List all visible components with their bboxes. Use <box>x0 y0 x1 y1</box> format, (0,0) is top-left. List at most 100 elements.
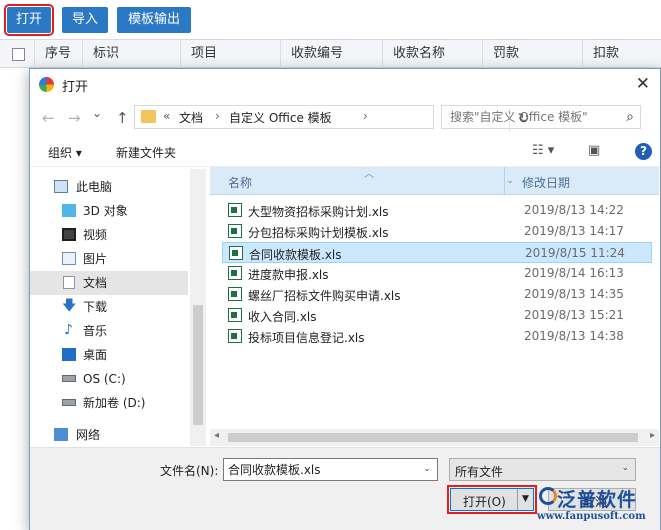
watermark-url: www.fanpusoft.com <box>537 511 646 522</box>
forward-arrow-icon[interactable]: → <box>68 109 81 127</box>
address-bar[interactable]: « 文档 › 自定义 Office 模板 › ↻ <box>134 105 529 132</box>
close-icon[interactable]: ✕ <box>636 74 650 94</box>
column-header[interactable]: 扣款 <box>582 40 661 68</box>
nav-item-network[interactable]: 网络 <box>30 423 188 447</box>
scroll-left-icon[interactable]: ◂ <box>214 430 219 441</box>
nav-item-desktop[interactable]: 桌面 <box>30 343 188 367</box>
search-box[interactable]: ⌕ <box>441 105 641 129</box>
watermark-brand: 泛普软件 <box>557 489 638 511</box>
nav-item-drive-c[interactable]: OS (C:) <box>30 367 188 391</box>
music-icon: ♪ <box>64 322 73 338</box>
file-row[interactable]: 进度款申报.xls 2019/8/14 16:13 <box>222 263 652 284</box>
nav-item-drive-d[interactable]: 新加卷 (D:) <box>30 391 188 415</box>
filename-input[interactable] <box>223 458 438 481</box>
template-export-button[interactable]: 模板输出 <box>117 7 191 33</box>
nav-item-documents[interactable]: 文档 <box>30 271 188 295</box>
breadcrumb-separator[interactable]: › <box>215 109 220 123</box>
breadcrumb-item[interactable]: 自定义 Office 模板 <box>229 109 332 126</box>
nav-item-music[interactable]: ♪ 音乐 <box>30 319 188 343</box>
help-icon[interactable]: ? <box>635 143 652 160</box>
column-header[interactable]: 序号 <box>34 40 84 68</box>
browser-logo-icon <box>39 77 54 92</box>
app-toolbar: 打开 导入 模板输出 <box>0 0 661 40</box>
file-name: 合同收款模板.xls <box>249 248 342 262</box>
nav-item-videos[interactable]: 视频 <box>30 223 188 247</box>
grid-header: 序号 标识 项目 收款编号 收款名称 罚款 扣款 <box>0 40 661 68</box>
nav-item-label: 新加卷 (D:) <box>83 396 146 410</box>
column-header[interactable]: 收款名称 <box>382 40 482 68</box>
nav-item-3d-objects[interactable]: 3D 对象 <box>30 199 188 223</box>
preview-pane-icon[interactable]: ▣ <box>588 143 600 158</box>
dialog-open-button[interactable]: 打开(O) ▼ <box>447 485 537 514</box>
filetype-select[interactable]: 所有文件 ⌄ <box>449 458 636 481</box>
excel-file-icon <box>228 266 242 280</box>
excel-file-icon <box>229 246 243 260</box>
column-header[interactable]: 罚款 <box>482 40 582 68</box>
column-header[interactable]: 项目 <box>180 40 280 68</box>
network-icon <box>54 428 68 441</box>
file-name: 进度款申报.xls <box>248 268 329 282</box>
new-folder-button[interactable]: 新建文件夹 <box>116 144 176 161</box>
download-icon: 🡇 <box>62 298 77 314</box>
fanpu-logo-icon <box>539 487 557 505</box>
filetype-value: 所有文件 <box>455 465 504 479</box>
video-icon <box>62 228 76 241</box>
file-list-header: ︿ 名称 ⌄ 修改日期 <box>210 167 659 195</box>
nav-item-this-pc[interactable]: 此电脑 <box>30 175 188 199</box>
nav-item-label: 桌面 <box>83 348 108 362</box>
column-modified-header[interactable]: 修改日期 <box>522 174 570 191</box>
file-row[interactable]: 大型物资招标采购计划.xls 2019/8/13 14:22 <box>222 200 652 221</box>
open-button-label: 打开(O) <box>463 495 506 509</box>
file-list: ︿ 名称 ⌄ 修改日期 大型物资招标采购计划.xls 2019/8/13 14:… <box>210 167 659 449</box>
breadcrumb-item[interactable]: 文档 <box>179 109 203 126</box>
nav-item-label: 图片 <box>83 252 108 266</box>
nav-pane-scrollbar[interactable] <box>190 169 206 446</box>
filename-dropdown-icon[interactable]: ⌄ <box>417 459 437 480</box>
sort-ascending-icon: ︿ <box>364 169 374 180</box>
navigation-pane: 此电脑 3D 对象 视频 图片 文档 🡇 下载 ♪ 音乐 桌面 OS (C:) … <box>30 169 206 446</box>
recent-dropdown-icon[interactable]: ⌄ <box>92 106 102 120</box>
file-row-selected[interactable]: 合同收款模板.xls 2019/8/15 11:24 <box>222 242 652 263</box>
back-arrow-icon[interactable]: ← <box>42 109 55 127</box>
nav-item-label: 视频 <box>83 228 108 242</box>
scrollbar-thumb[interactable] <box>193 305 203 425</box>
file-date: 2019/8/13 14:17 <box>524 224 624 238</box>
excel-file-icon <box>228 329 242 343</box>
file-row[interactable]: 分包招标采购计划模板.xls 2019/8/13 14:17 <box>222 221 652 242</box>
file-date: 2019/8/15 11:24 <box>525 246 625 260</box>
column-name-header[interactable]: 名称 <box>228 174 252 191</box>
select-all-checkbox[interactable] <box>12 48 25 61</box>
organize-menu[interactable]: 组织 ▾ <box>48 144 82 161</box>
open-button[interactable]: 打开 <box>4 4 54 36</box>
scrollbar-thumb[interactable] <box>228 433 638 442</box>
up-arrow-icon[interactable]: ↑ <box>116 109 129 127</box>
nav-item-downloads[interactable]: 🡇 下载 <box>30 295 188 319</box>
breadcrumb-dropdown[interactable]: › <box>363 109 368 123</box>
nav-item-label: 此电脑 <box>76 180 113 194</box>
view-options-icon[interactable]: ☷ ▾ <box>532 143 554 158</box>
column-header[interactable]: 收款编号 <box>280 40 382 68</box>
file-row[interactable]: 收入合同.xls 2019/8/13 15:21 <box>222 305 652 326</box>
search-input[interactable] <box>442 106 612 128</box>
column-dropdown-icon[interactable]: ⌄ <box>504 167 515 195</box>
open-options-dropdown-icon[interactable]: ▼ <box>517 489 533 510</box>
search-icon[interactable]: ⌕ <box>626 109 634 125</box>
file-name: 螺丝厂招标文件购买申请.xls <box>248 289 401 303</box>
nav-item-label: 下载 <box>83 300 108 314</box>
cube-icon <box>62 204 76 217</box>
breadcrumb-overflow[interactable]: « <box>163 109 170 123</box>
file-row[interactable]: 投标项目信息登记.xls 2019/8/13 14:38 <box>222 326 652 347</box>
file-list-horizontal-scrollbar[interactable]: ◂ ▸ <box>210 429 659 446</box>
scroll-right-icon[interactable]: ▸ <box>650 430 655 441</box>
chevron-down-icon: ⌄ <box>621 463 629 473</box>
file-name: 收入合同.xls <box>248 310 317 324</box>
dialog-titlebar: 打开 ✕ <box>30 69 660 99</box>
nav-item-label: 网络 <box>76 428 101 442</box>
file-name: 投标项目信息登记.xls <box>248 331 365 345</box>
file-date: 2019/8/13 14:22 <box>524 203 624 217</box>
import-button[interactable]: 导入 <box>62 7 108 33</box>
command-bar: 组织 ▾ 新建文件夹 ☷ ▾ ▣ ? <box>30 137 660 167</box>
column-header[interactable]: 标识 <box>82 40 180 68</box>
nav-item-pictures[interactable]: 图片 <box>30 247 188 271</box>
file-row[interactable]: 螺丝厂招标文件购买申请.xls 2019/8/13 14:35 <box>222 284 652 305</box>
